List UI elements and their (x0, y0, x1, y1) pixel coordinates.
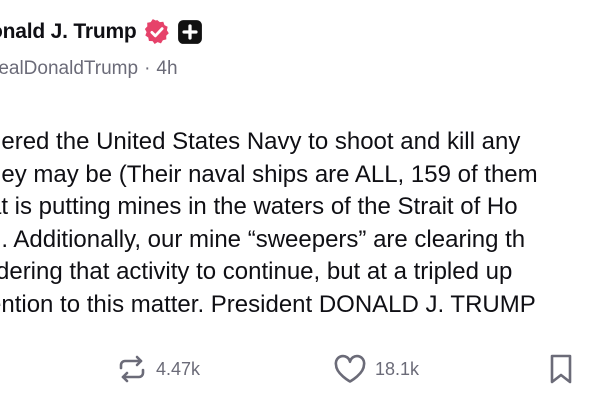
post-text-line: dered the United States Navy to shoot an… (0, 128, 521, 155)
author-name-row[interactable]: onald J. Trump (0, 16, 203, 48)
plus-badge-icon (177, 19, 203, 45)
repost-count: 4.47k (156, 358, 201, 379)
author-meta: realDonaldTrump · 4h (0, 58, 178, 80)
bookmark-icon[interactable] (548, 352, 574, 386)
author-display-name[interactable]: onald J. Trump (0, 20, 137, 44)
post-header: onald J. Trump realDonaldTrump · 4h (0, 0, 600, 90)
post-text-line: hey may be (Their naval ships are ALL, 1… (0, 160, 538, 188)
meta-separator: · (144, 58, 151, 79)
post-timestamp[interactable]: 4h (156, 58, 177, 79)
post-text-line: ention to this matter. President DONALD … (0, 290, 536, 318)
repost-icon[interactable] (116, 354, 148, 384)
post-text-line: n. Additionally, our mine “sweepers” are… (0, 225, 526, 253)
bookmark-button[interactable] (548, 352, 574, 386)
heart-icon[interactable] (333, 354, 367, 384)
post-text-line: rdering that activity to continue, but a… (0, 258, 513, 286)
author-handle[interactable]: realDonaldTrump (0, 58, 138, 79)
post-text: dered the United States Navy to shoot an… (0, 126, 600, 322)
post-actions-bar: 4.47k 18.1k (0, 348, 600, 392)
like-count: 18.1k (375, 358, 420, 379)
verified-badge-icon (143, 18, 171, 46)
like-button[interactable]: 18.1k (333, 354, 419, 384)
post-text-line: at is putting mines in the waters of the… (0, 193, 518, 221)
repost-button[interactable]: 4.47k (116, 354, 200, 384)
